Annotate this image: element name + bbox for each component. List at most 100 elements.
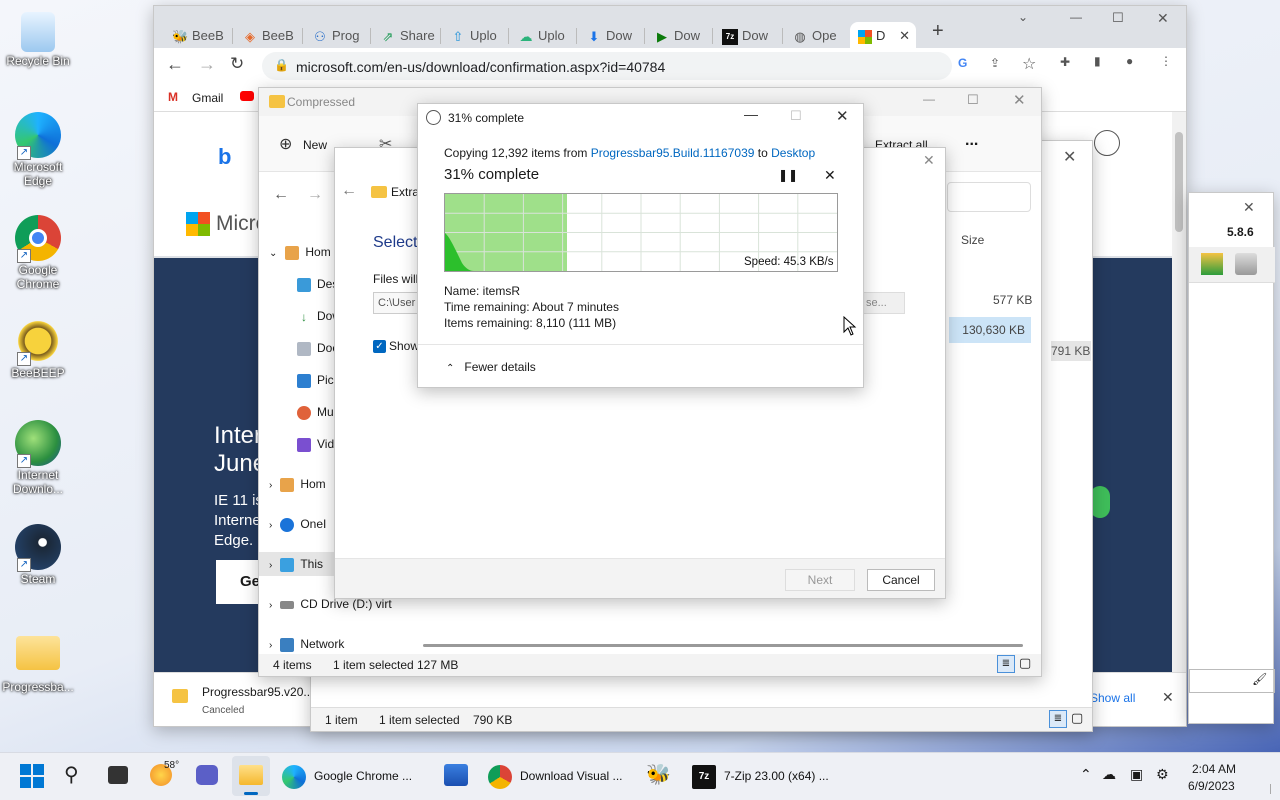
tab-2[interactable]: ◈ BeeB <box>234 22 300 50</box>
selected-row[interactable]: 130,630 KB <box>949 317 1031 343</box>
new-icon[interactable]: ⊕ <box>279 134 292 154</box>
desktop-icon-recycle-bin[interactable]: Recycle Bin <box>2 8 74 68</box>
close-icon[interactable]: ✕ <box>1013 91 1026 109</box>
taskbar-app-edge-chrome[interactable]: Google Chrome ... <box>282 758 412 794</box>
nav-pictures[interactable]: Pic <box>297 368 334 392</box>
side-panel-icon[interactable]: ▮ <box>1094 54 1101 68</box>
cancel-button[interactable]: Cancel <box>867 569 935 591</box>
display-icon[interactable]: ▣ <box>1130 766 1143 783</box>
profile-icon[interactable]: ● <box>1126 54 1133 68</box>
desktop-icon-idm[interactable]: ↗ Internet Downlo... <box>2 420 74 496</box>
close-shelf-icon[interactable]: ✕ <box>1162 689 1174 706</box>
close-icon[interactable]: ✕ <box>1157 10 1169 27</box>
pause-icon[interactable]: ❚❚ <box>778 168 798 182</box>
extract-icon[interactable] <box>1201 253 1223 275</box>
nav-documents[interactable]: Doc <box>297 336 338 360</box>
clock-date[interactable]: 6/9/2023 <box>1188 779 1235 793</box>
extensions-icon[interactable]: ✚ <box>1060 55 1070 69</box>
new-button[interactable]: New <box>303 138 327 152</box>
clock-time[interactable]: 2:04 AM <box>1192 762 1236 776</box>
minimize-icon[interactable]: — <box>744 106 758 122</box>
taskbar-app-chrome[interactable]: Download Visual ... <box>488 758 623 794</box>
close-icon[interactable]: ✕ <box>1243 199 1255 216</box>
close-icon[interactable]: ✕ <box>836 107 849 125</box>
start-icon[interactable] <box>20 764 44 788</box>
tab-active[interactable]: D ✕ <box>850 22 916 50</box>
minimize-icon[interactable]: — <box>1070 10 1082 24</box>
bee-icon[interactable]: 🐝 <box>646 762 671 787</box>
next-button[interactable]: Next <box>785 569 855 591</box>
destination-link[interactable]: Desktop <box>771 146 815 160</box>
tab-4[interactable]: ⇗ Share <box>372 22 438 50</box>
tab-8[interactable]: ▶ Dow <box>646 22 712 50</box>
new-tab-icon[interactable]: + <box>932 20 944 43</box>
show-all-link[interactable]: Show all <box>1090 691 1135 705</box>
desktop-icon-steam[interactable]: ↗ Steam <box>2 524 74 586</box>
nav-home[interactable]: ⌄ Hom <box>269 240 331 264</box>
menu-icon[interactable]: ⋮ <box>1160 54 1172 68</box>
tiles-view-icon[interactable]: ▢ <box>1071 710 1083 726</box>
nav-videos[interactable]: Vid <box>297 432 334 456</box>
tab-3[interactable]: ⚇ Prog <box>304 22 370 50</box>
nav-network[interactable]: › Network <box>269 632 344 656</box>
store-icon[interactable] <box>444 764 468 786</box>
tab-search-icon[interactable]: ⌄ <box>1018 10 1028 24</box>
youtube-icon[interactable] <box>240 91 254 101</box>
size-column-header[interactable]: Size <box>961 233 984 247</box>
tiles-view-icon[interactable]: ▢ <box>1019 655 1031 671</box>
nav-desktop[interactable]: Des <box>297 272 338 296</box>
tab-5[interactable]: ⇧ Uplo <box>442 22 508 50</box>
bookmark-star-icon[interactable]: ☆ <box>1022 54 1036 74</box>
horizontal-scrollbar[interactable] <box>423 644 1023 647</box>
tab-6[interactable]: ☁ Uplo <box>510 22 576 50</box>
account-icon[interactable] <box>1094 130 1120 156</box>
maximize-icon[interactable]: ☐ <box>967 92 979 108</box>
tab-1[interactable]: 🐝 BeeB <box>164 22 230 50</box>
nav-music[interactable]: Mu <box>297 400 334 424</box>
google-translate-icon[interactable]: G <box>958 56 967 70</box>
tab-10[interactable]: ◍ Ope <box>784 22 850 50</box>
back-icon[interactable]: ← <box>341 182 357 200</box>
source-link[interactable]: Progressbar95.Build.11167039 <box>591 146 755 160</box>
teams-icon[interactable] <box>196 765 218 785</box>
details-view-icon[interactable]: ≣ <box>1049 710 1067 728</box>
task-view-icon[interactable] <box>108 766 128 784</box>
more-button[interactable]: ... <box>965 132 978 150</box>
close-icon[interactable]: ✕ <box>923 152 935 169</box>
back-icon[interactable]: ← <box>166 54 184 75</box>
chevron-up-icon[interactable]: ⌃ <box>1080 766 1092 783</box>
desktop-icon-beebeep[interactable]: ↗ BeeBEEP <box>2 318 74 380</box>
search-input[interactable] <box>947 182 1031 212</box>
show-desktop-button[interactable] <box>1270 784 1274 794</box>
search-icon[interactable]: ⚲ <box>64 762 79 787</box>
bing-icon[interactable]: b <box>218 144 231 170</box>
close-icon[interactable]: ✕ <box>1063 147 1076 167</box>
brush-icon[interactable]: 🖌 <box>1252 672 1267 686</box>
explorer-task-button[interactable] <box>232 756 270 796</box>
desktop-icon-progressbar-zip[interactable]: Progressba... <box>2 628 74 694</box>
page-scrollbar[interactable] <box>1172 112 1186 672</box>
forward-icon[interactable]: → <box>307 186 323 204</box>
tab-7[interactable]: ⬇ Dow <box>578 22 644 50</box>
reload-icon[interactable]: ↻ <box>230 54 244 74</box>
network-icon[interactable]: ⚙ <box>1156 766 1169 783</box>
cloud-icon[interactable]: ☁ <box>1102 766 1116 783</box>
nav-onedrive[interactable]: › OneI <box>269 512 326 536</box>
sevenzip-input[interactable]: 🖌 <box>1189 669 1275 693</box>
share-page-icon[interactable]: ⇪ <box>990 56 1000 70</box>
browse-button[interactable]: se... <box>861 292 905 314</box>
show-files-checkbox[interactable]: ✓ <box>373 340 386 353</box>
cancel-copy-icon[interactable]: ✕ <box>824 167 836 184</box>
forward-icon[interactable]: → <box>198 54 216 75</box>
bookmark-gmail[interactable]: Gmail <box>192 91 223 105</box>
back-icon[interactable]: ← <box>273 186 289 204</box>
tab-9[interactable]: 7z Dow <box>714 22 780 50</box>
nav-home-2[interactable]: › Hom <box>269 472 326 496</box>
desktop-icon-edge[interactable]: ↗ Microsoft Edge <box>2 112 74 188</box>
close-tab-icon[interactable]: ✕ <box>899 22 910 50</box>
desktop-icon-chrome[interactable]: ↗ Google Chrome <box>2 215 74 291</box>
address-bar[interactable]: 🔒 microsoft.com/en-us/download/confirmat… <box>262 52 952 80</box>
details-view-icon[interactable]: ≣ <box>997 655 1015 673</box>
maximize-icon[interactable]: ☐ <box>1112 10 1124 26</box>
download-filename[interactable]: Progressbar95.v20... <box>202 685 313 699</box>
